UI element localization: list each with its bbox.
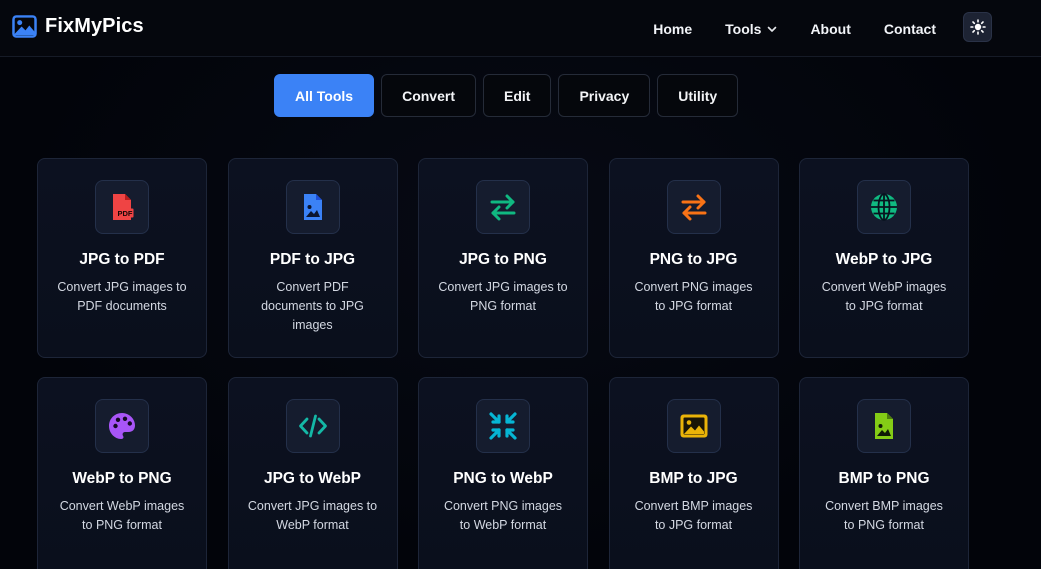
tool-description: Convert BMP images to PNG format <box>825 499 943 532</box>
tool-description: Convert JPG images to PNG format <box>438 280 568 313</box>
nav-link-label: Home <box>653 20 693 37</box>
tool-card-pdf-to-jpg[interactable]: PDF to JPG Convert PDF documents to JPG … <box>227 158 398 358</box>
nav-link-tools[interactable]: Tools <box>725 21 777 37</box>
tool-title: PNG to WebP <box>453 470 553 487</box>
tool-card-bmp-to-png[interactable]: BMP to PNG Convert BMP images to PNG for… <box>799 377 969 569</box>
tool-description: Convert BMP images to JPG format <box>634 499 753 532</box>
tool-description: Convert WebP images to JPG format <box>821 280 947 313</box>
tool-title: BMP to PNG <box>838 470 930 487</box>
tools-grid: PDF JPG to PDF Convert JPG images to PDF… <box>37 158 969 569</box>
tool-title: JPG to PDF <box>79 251 165 268</box>
tool-description: Convert PDF documents to JPG images <box>261 280 364 332</box>
svg-text:PDF: PDF <box>118 209 133 218</box>
tool-title: BMP to JPG <box>649 470 738 487</box>
code-icon <box>298 414 327 438</box>
file-image-icon <box>303 194 322 220</box>
tool-card-jpg-to-png[interactable]: JPG to PNG Convert JPG images to PNG for… <box>418 158 588 358</box>
tool-icon-box <box>857 180 911 234</box>
nav-link-about[interactable]: About <box>810 21 850 37</box>
tool-card-png-to-jpg[interactable]: PNG to JPG Convert PNG images to JPG for… <box>608 158 779 358</box>
tool-description: Convert PNG images to WebP format <box>443 499 563 532</box>
tool-icon-box <box>95 399 149 453</box>
globe-icon <box>871 193 897 221</box>
navbar: FixMyPics Home Tools About Contact <box>0 0 1041 57</box>
tool-icon-box <box>476 180 530 234</box>
file-pdf-icon: PDF <box>113 194 134 220</box>
tool-icon-box: PDF <box>95 180 149 234</box>
tool-title: JPG to WebP <box>263 470 362 487</box>
tool-card-jpg-to-webp[interactable]: JPG to WebP Convert JPG images to WebP f… <box>227 377 398 569</box>
nav-link-contact[interactable]: Contact <box>884 21 936 37</box>
tool-title: PNG to JPG <box>649 251 738 268</box>
nav-link-label: Tools <box>725 20 762 37</box>
exchange-arrows-icon <box>490 194 516 221</box>
tool-icon-box <box>285 180 340 234</box>
tool-icon-box <box>285 399 340 453</box>
nav-links: Home Tools About Contact <box>653 0 936 57</box>
compress-icon <box>489 412 517 440</box>
tool-description: Convert JPG images to PDF documents <box>57 280 187 313</box>
nav-link-home[interactable]: Home <box>653 21 692 37</box>
tool-description: Convert JPG images to WebP format <box>247 499 378 532</box>
brand-logo[interactable]: FixMyPics <box>12 15 144 38</box>
category-filters: All Tools Convert Edit Privacy Utility <box>274 74 739 117</box>
theme-toggle-button[interactable] <box>963 12 992 42</box>
tool-card-png-to-webp[interactable]: PNG to WebP Convert PNG images to WebP f… <box>418 377 588 569</box>
tool-icon-box <box>857 399 911 453</box>
file-image-icon <box>875 413 893 439</box>
exchange-arrows-icon <box>681 194 706 221</box>
filter-edit[interactable]: Edit <box>482 74 552 117</box>
tool-icon-box <box>666 180 721 234</box>
chevron-down-icon <box>768 26 777 32</box>
palette-icon <box>109 413 135 439</box>
page: FixMyPics Home Tools About Contact All T… <box>0 0 1041 569</box>
tool-title: WebP to PNG <box>72 470 172 487</box>
tool-icon-box <box>666 399 721 453</box>
image-icon <box>680 414 707 438</box>
sun-icon <box>969 19 986 35</box>
nav-link-label: About <box>810 20 851 37</box>
tool-title: WebP to JPG <box>835 251 933 268</box>
tool-card-jpg-to-pdf[interactable]: PDF JPG to PDF Convert JPG images to PDF… <box>37 158 207 358</box>
image-icon <box>12 15 37 38</box>
filter-convert[interactable]: Convert <box>381 74 476 117</box>
tool-title: JPG to PNG <box>459 251 547 268</box>
tool-card-bmp-to-jpg[interactable]: BMP to JPG Convert BMP images to JPG for… <box>608 377 779 569</box>
filter-utility[interactable]: Utility <box>657 74 739 117</box>
tool-icon-box <box>476 399 530 453</box>
tool-card-webp-to-jpg[interactable]: WebP to JPG Convert WebP images to JPG f… <box>799 158 969 358</box>
filter-privacy[interactable]: Privacy <box>558 74 651 117</box>
nav-link-label: Contact <box>883 20 936 37</box>
brand-name: FixMyPics <box>45 15 144 37</box>
tool-title: PDF to JPG <box>269 251 356 268</box>
tool-card-webp-to-png[interactable]: WebP to PNG Convert WebP images to PNG f… <box>37 377 207 569</box>
tool-description: Convert WebP images to PNG format <box>59 499 185 532</box>
tool-description: Convert PNG images to JPG format <box>634 280 753 313</box>
filter-all-tools[interactable]: All Tools <box>274 74 375 117</box>
